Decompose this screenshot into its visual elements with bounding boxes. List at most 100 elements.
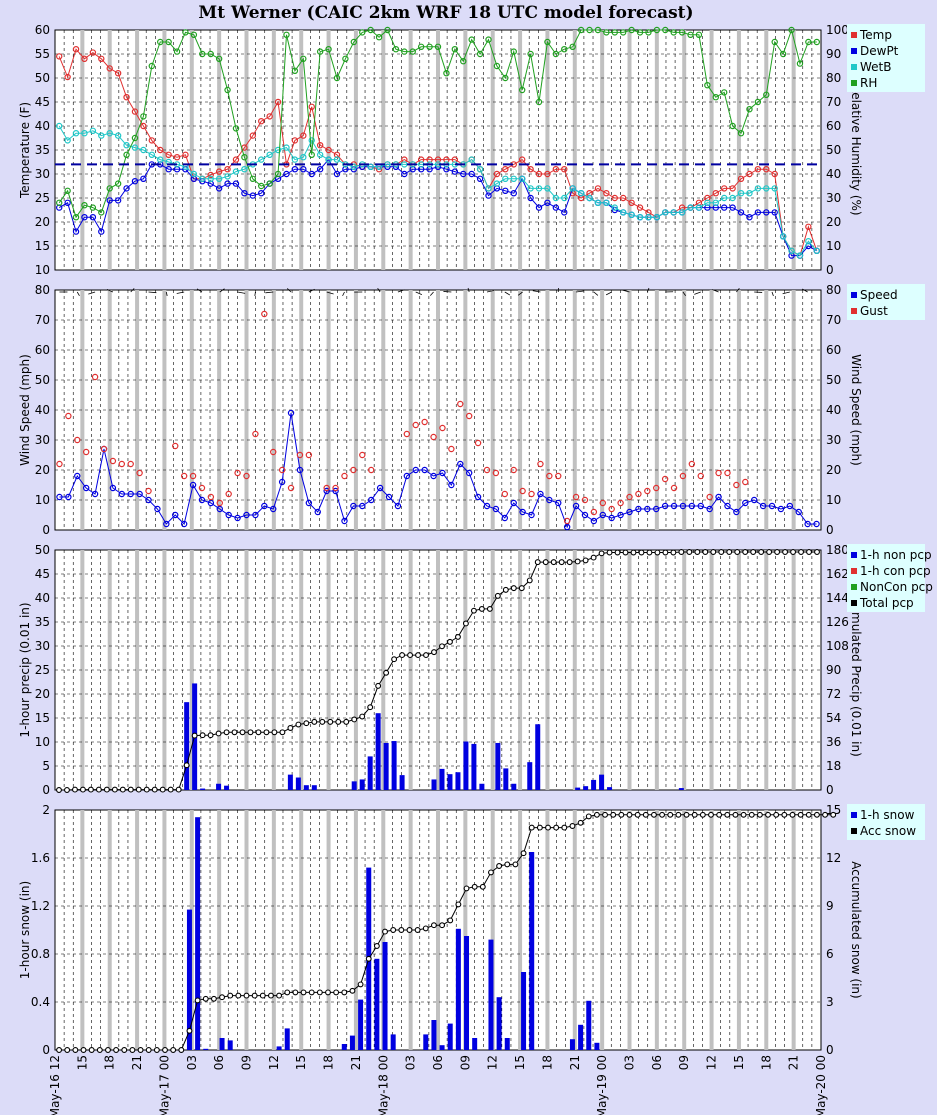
acc-point — [103, 786, 110, 793]
legend-label: RH — [860, 76, 877, 90]
acc-point — [178, 1047, 185, 1053]
bar — [295, 777, 301, 790]
acc-point — [462, 620, 469, 627]
bar — [504, 1038, 510, 1050]
acc-point — [199, 732, 206, 739]
bar — [216, 783, 222, 790]
y-tick-label: 0.8 — [31, 947, 50, 961]
y2-tick-label: 40 — [826, 403, 841, 417]
y-tick-label: 60 — [35, 23, 50, 37]
acc-point — [415, 652, 422, 659]
acc-point — [143, 786, 150, 793]
acc-point — [113, 1047, 120, 1053]
legend-swatch — [851, 80, 857, 86]
bar — [383, 742, 389, 790]
acc-point — [569, 823, 576, 829]
x-tick-label: May-17 00 — [157, 1055, 171, 1115]
bar — [447, 1023, 453, 1050]
legend-label: Acc snow — [860, 824, 916, 838]
y-tick-label: 0 — [42, 783, 50, 797]
y2-tick-label: 10 — [826, 239, 841, 253]
y2-tick-label: 0 — [826, 263, 834, 277]
y2-tick-label: 12 — [826, 851, 841, 865]
acc-point — [790, 549, 797, 555]
acc-point — [536, 824, 543, 831]
wind-direction-arrow — [254, 291, 256, 297]
legend-swatch — [851, 828, 857, 834]
y-axis-label: Temperature (F) — [18, 102, 32, 199]
acc-point — [748, 811, 755, 818]
acc-point — [316, 989, 323, 996]
y-tick-label: 50 — [35, 373, 50, 387]
acc-point — [327, 718, 334, 725]
acc-point — [670, 549, 677, 556]
y-tick-label: 80 — [35, 283, 50, 297]
bar — [586, 1000, 592, 1050]
acc-point — [534, 559, 541, 566]
acc-point — [773, 811, 780, 818]
precip-panel: 0 5 10 15 20 25 30 35 40 45 50 0 18 36 54 72 90 108 126 144… — [18, 543, 933, 797]
acc-point — [758, 549, 765, 555]
acc-point — [333, 989, 340, 996]
acc-point — [95, 786, 102, 793]
acc-point — [279, 729, 286, 736]
y2-tick-label: 162 — [826, 567, 849, 581]
y2-tick-label: 90 — [826, 47, 841, 61]
x-tick-label: 12 — [267, 1055, 281, 1070]
acc-point — [422, 925, 429, 932]
acc-point — [186, 1027, 193, 1034]
acc-point — [691, 811, 698, 818]
bar — [495, 742, 501, 790]
acc-point — [219, 994, 226, 1001]
bar — [351, 781, 357, 790]
x-tick-label: May-18 00 — [376, 1055, 390, 1115]
y2-tick-label: 0 — [826, 523, 834, 537]
bar — [496, 997, 502, 1050]
acc-point — [606, 549, 613, 556]
acc-point — [183, 762, 190, 769]
legend-swatch — [851, 600, 857, 606]
y2-tick-label: 50 — [826, 143, 841, 157]
acc-point — [765, 811, 771, 818]
acc-point — [292, 989, 299, 996]
acc-point — [235, 992, 242, 999]
y-tick-label: 20 — [35, 215, 50, 229]
bar — [599, 774, 605, 790]
y-tick-label: 55 — [35, 47, 50, 61]
legend-swatch — [851, 568, 857, 574]
y-axis-label: 1-hour snow (in) — [18, 881, 32, 979]
y-tick-label: 50 — [35, 543, 50, 557]
temp-panel: 10 15 20 25 30 35 40 45 50 55 60 0 10 20 30 40 50 60 70 80 9… — [18, 23, 925, 277]
x-tick-label: 03 — [623, 1055, 637, 1070]
acc-point — [496, 863, 503, 869]
acc-point — [686, 549, 693, 555]
acc-point — [373, 943, 380, 949]
acc-point — [284, 989, 291, 996]
acc-point — [494, 592, 501, 599]
y2-tick-label: 90 — [826, 663, 841, 677]
bar — [399, 775, 405, 790]
legend-label: 1-h con pcp — [860, 564, 931, 578]
bar — [227, 1040, 233, 1050]
y-tick-label: 15 — [35, 711, 50, 725]
meteogram: Mt Werner (CAIC 2km WRF 18 UTC model for… — [18, 3, 933, 1115]
x-tick-label: 21 — [568, 1055, 582, 1070]
bar — [575, 787, 581, 790]
bar — [578, 1024, 584, 1050]
bar — [391, 741, 397, 790]
bar — [678, 788, 684, 790]
acc-point — [630, 549, 637, 556]
x-tick-label: 06 — [650, 1055, 664, 1070]
bar — [471, 743, 477, 790]
acc-point — [72, 1047, 79, 1053]
acc-point — [194, 997, 201, 1004]
wind-panel: 0 10 20 30 40 50 60 70 80 0 10 20 30 40 50 60 70 80 Wind S… — [18, 283, 925, 537]
bar — [359, 779, 365, 790]
y2-tick-label: 18 — [826, 759, 841, 773]
y2-tick-label: 180 — [826, 543, 849, 557]
bar — [607, 787, 613, 790]
acc-point — [662, 549, 669, 556]
y-tick-label: 1.2 — [31, 899, 50, 913]
acc-point — [319, 718, 326, 725]
y2-tick-label: 40 — [826, 167, 841, 181]
